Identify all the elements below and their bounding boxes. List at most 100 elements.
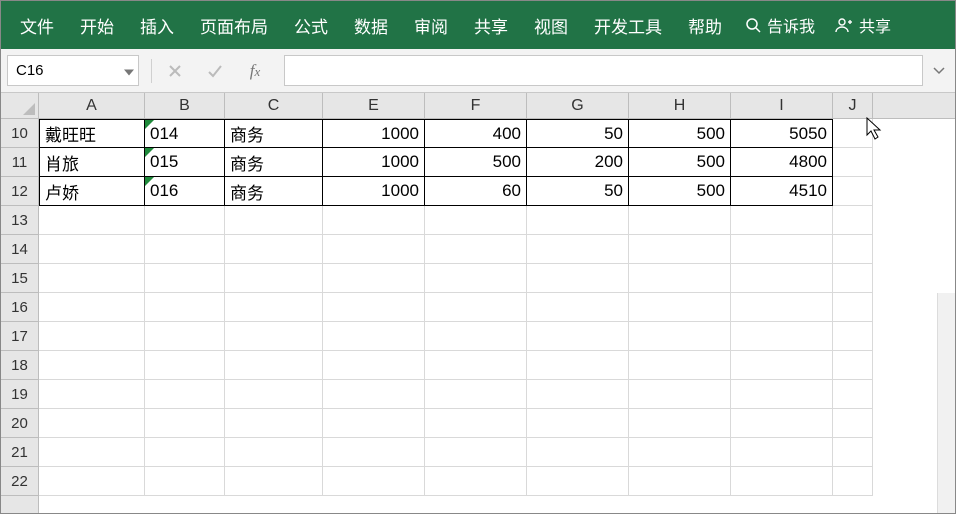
ribbon-tab-help[interactable]: 帮助	[675, 7, 735, 44]
cell[interactable]	[527, 235, 629, 264]
cell[interactable]	[833, 235, 873, 264]
cell[interactable]: 1000	[323, 177, 425, 206]
cell[interactable]	[731, 293, 833, 322]
cell[interactable]	[225, 322, 323, 351]
cell[interactable]	[527, 322, 629, 351]
cell[interactable]	[39, 351, 145, 380]
cell[interactable]	[145, 264, 225, 293]
cell[interactable]	[225, 293, 323, 322]
ribbon-tab-pagelayout[interactable]: 页面布局	[187, 7, 281, 44]
column-header[interactable]: E	[323, 93, 425, 118]
cell[interactable]	[425, 235, 527, 264]
cell[interactable]: 商务	[225, 148, 323, 177]
cell[interactable]	[145, 322, 225, 351]
cell[interactable]	[731, 409, 833, 438]
name-box-input[interactable]	[16, 62, 130, 79]
cell[interactable]	[39, 264, 145, 293]
column-header[interactable]: F	[425, 93, 527, 118]
formula-bar-expand[interactable]	[929, 55, 949, 86]
cell[interactable]	[425, 467, 527, 496]
cell[interactable]	[833, 409, 873, 438]
cell[interactable]	[731, 206, 833, 235]
cell[interactable]: 戴旺旺	[39, 119, 145, 148]
formula-input-wrap[interactable]	[284, 55, 923, 86]
cell[interactable]	[629, 409, 731, 438]
cell[interactable]: 016	[145, 177, 225, 206]
column-header[interactable]: G	[527, 93, 629, 118]
cell[interactable]	[833, 322, 873, 351]
ribbon-tab-file[interactable]: 文件	[7, 7, 67, 44]
cell[interactable]	[39, 409, 145, 438]
cell[interactable]	[425, 322, 527, 351]
cell[interactable]	[225, 235, 323, 264]
cell[interactable]	[323, 322, 425, 351]
cell[interactable]	[225, 380, 323, 409]
cell[interactable]	[225, 206, 323, 235]
row-header[interactable]: 14	[1, 235, 38, 264]
cell[interactable]	[39, 206, 145, 235]
cell[interactable]	[527, 467, 629, 496]
cell[interactable]: 4800	[731, 148, 833, 177]
row-header[interactable]: 16	[1, 293, 38, 322]
ribbon-tab-review[interactable]: 审阅	[401, 7, 461, 44]
cell[interactable]	[145, 380, 225, 409]
ribbon-tab-developer[interactable]: 开发工具	[581, 7, 675, 44]
cell[interactable]	[323, 351, 425, 380]
cell[interactable]	[425, 380, 527, 409]
cell[interactable]	[425, 264, 527, 293]
cell[interactable]: 60	[425, 177, 527, 206]
cell[interactable]	[629, 380, 731, 409]
cell[interactable]	[323, 235, 425, 264]
cell[interactable]	[39, 380, 145, 409]
name-box[interactable]	[7, 55, 139, 86]
row-header[interactable]: 10	[1, 119, 38, 148]
cell[interactable]	[225, 351, 323, 380]
enter-button[interactable]	[196, 56, 234, 86]
ribbon-tab-insert[interactable]: 插入	[127, 7, 187, 44]
cell[interactable]	[39, 293, 145, 322]
cell[interactable]: 4510	[731, 177, 833, 206]
row-header[interactable]: 19	[1, 380, 38, 409]
ribbon-tab-formulas[interactable]: 公式	[281, 7, 341, 44]
cell[interactable]: 014	[145, 119, 225, 148]
cell[interactable]	[425, 351, 527, 380]
cell[interactable]	[425, 409, 527, 438]
cell[interactable]	[629, 293, 731, 322]
cell[interactable]	[731, 264, 833, 293]
cell[interactable]	[225, 409, 323, 438]
cell[interactable]	[629, 264, 731, 293]
cell[interactable]	[145, 438, 225, 467]
cell[interactable]	[629, 351, 731, 380]
cell[interactable]	[833, 351, 873, 380]
cell[interactable]	[145, 235, 225, 264]
cell[interactable]	[527, 380, 629, 409]
column-header[interactable]: A	[39, 93, 145, 118]
cell[interactable]: 500	[629, 119, 731, 148]
cell[interactable]	[225, 467, 323, 496]
cell[interactable]	[527, 438, 629, 467]
cell[interactable]: 500	[629, 148, 731, 177]
cell[interactable]	[145, 293, 225, 322]
cell[interactable]	[833, 380, 873, 409]
cell[interactable]	[833, 177, 873, 206]
column-header[interactable]: J	[833, 93, 873, 118]
cell[interactable]	[629, 206, 731, 235]
row-header[interactable]: 18	[1, 351, 38, 380]
cell[interactable]: 015	[145, 148, 225, 177]
cell[interactable]	[629, 235, 731, 264]
cell[interactable]	[833, 119, 873, 148]
cell[interactable]	[629, 438, 731, 467]
cell[interactable]: 5050	[731, 119, 833, 148]
cell[interactable]	[225, 438, 323, 467]
row-header[interactable]: 11	[1, 148, 38, 177]
ribbon-tab-view[interactable]: 视图	[521, 7, 581, 44]
cell[interactable]: 卢娇	[39, 177, 145, 206]
cell[interactable]	[425, 293, 527, 322]
cell[interactable]	[629, 467, 731, 496]
cell[interactable]: 50	[527, 119, 629, 148]
cell[interactable]	[527, 293, 629, 322]
cell[interactable]: 500	[425, 148, 527, 177]
cell[interactable]	[833, 206, 873, 235]
cell[interactable]	[323, 264, 425, 293]
row-header[interactable]: 22	[1, 467, 38, 496]
